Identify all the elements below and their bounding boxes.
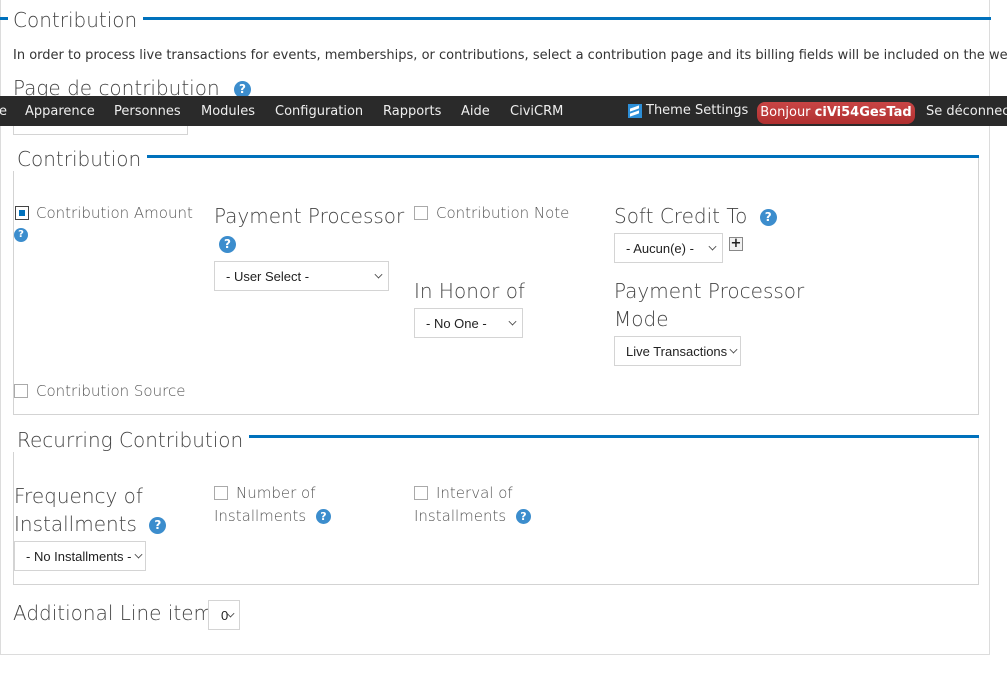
number-installments-label-line2: Installments ? — [214, 505, 331, 528]
legend-rule — [138, 17, 991, 20]
toolbar-item-civicrm[interactable]: CiviCRM — [510, 104, 563, 119]
toolbar-item-personnes[interactable]: Personnes — [114, 104, 181, 119]
contribution-amount-label: Contribution Amount — [36, 204, 193, 222]
frequency-label-line2: Installments ? — [14, 510, 167, 538]
interval-installments-label-text: Installments — [414, 507, 507, 525]
help-icon[interactable]: ? — [14, 228, 28, 242]
add-soft-credit-button[interactable]: + — [729, 237, 743, 251]
in-honor-of-label: In Honor of — [414, 279, 525, 303]
soft-credit-value: - Aucun(e) - — [626, 240, 694, 256]
help-icon[interactable]: ? — [759, 209, 777, 226]
processor-mode-label-line1: Payment Processor — [614, 279, 805, 303]
help-icon[interactable]: ? — [149, 517, 167, 534]
contribution-description: In order to process live transactions fo… — [13, 48, 1007, 63]
contribution-amount-checkbox[interactable] — [15, 206, 29, 220]
number-installments-label-text: Installments — [214, 507, 307, 525]
legend-rule — [232, 435, 979, 438]
user-greeting-badge[interactable]: Bonjour ciVi54GesTad — [757, 102, 915, 124]
interval-installments-checkbox[interactable] — [414, 486, 428, 500]
theme-settings-link[interactable]: Theme Settings — [646, 103, 748, 118]
toolbar-item-apparence[interactable]: Apparence — [25, 104, 95, 119]
additional-line-items-select[interactable]: 0 — [208, 600, 240, 630]
help-icon[interactable]: ? — [219, 236, 236, 253]
chevron-down-icon — [134, 550, 143, 559]
soft-credit-label-text: Soft Credit To — [614, 204, 748, 228]
theme-settings-icon — [628, 104, 642, 118]
additional-line-items-label: Additional Line items — [13, 601, 224, 625]
toolbar-item-modules[interactable]: Modules — [201, 104, 255, 119]
interval-installments-label-line1: Interval of — [436, 484, 513, 502]
chevron-down-icon — [708, 242, 717, 251]
logout-link[interactable]: Se déconnec — [926, 104, 1007, 119]
toolbar-item-configuration[interactable]: Configuration — [275, 104, 363, 119]
greeting-prefix: Bonjour — [760, 105, 815, 120]
toolbar-item-aide[interactable]: Aide — [461, 104, 490, 119]
legend-rule — [139, 155, 979, 158]
in-honor-of-value: - No One - — [426, 315, 487, 331]
in-honor-of-select[interactable]: - No One - — [414, 308, 523, 338]
toolbar-item-partial[interactable]: e — [0, 104, 7, 119]
contribution-note-label: Contribution Note — [436, 204, 570, 222]
chevron-down-icon — [508, 317, 517, 326]
chevron-down-icon — [729, 345, 738, 354]
recurring-legend: Recurring Contribution — [13, 428, 250, 452]
main-legend: Contribution — [9, 8, 144, 32]
number-installments-label-line1: Number of — [236, 484, 316, 502]
payment-processor-label: Payment Processor — [214, 204, 405, 228]
number-installments-checkbox[interactable] — [214, 486, 228, 500]
help-icon[interactable]: ? — [315, 509, 331, 524]
interval-installments-label-line2: Installments ? — [414, 505, 531, 528]
contribution-legend: Contribution — [13, 147, 148, 171]
payment-processor-select[interactable]: - User Select - — [214, 261, 389, 291]
legend-rule — [0, 17, 8, 20]
frequency-select[interactable]: - No Installments - — [14, 541, 146, 571]
help-icon[interactable]: ? — [515, 509, 531, 524]
contribution-source-label: Contribution Source — [36, 382, 186, 400]
processor-mode-label-line2: Mode — [614, 307, 669, 331]
processor-mode-select[interactable]: Live Transactions — [614, 336, 741, 366]
chevron-down-icon — [374, 270, 383, 279]
frequency-label-text: Installments — [14, 512, 137, 536]
soft-credit-select[interactable]: - Aucun(e) - — [614, 233, 723, 263]
soft-credit-label: Soft Credit To ? — [614, 202, 777, 230]
frequency-label-line1: Frequency of — [14, 484, 143, 508]
toolbar-item-rapports[interactable]: Rapports — [383, 104, 441, 119]
contribution-note-checkbox[interactable] — [414, 206, 428, 220]
processor-mode-value: Live Transactions — [626, 343, 728, 359]
contribution-source-checkbox[interactable] — [14, 384, 28, 398]
frequency-value: - No Installments - — [26, 548, 132, 564]
payment-processor-value: - User Select - — [226, 268, 310, 284]
username: ciVi54GesTad — [814, 105, 912, 120]
